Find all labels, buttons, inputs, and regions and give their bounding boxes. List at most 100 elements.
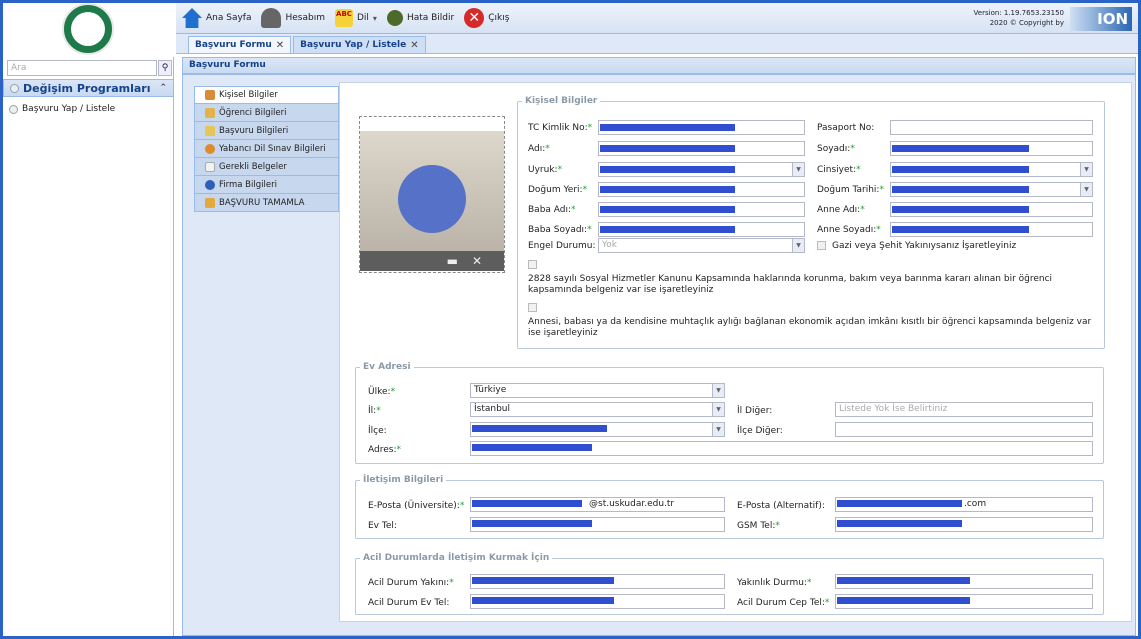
form-nav: Kişisel Bilgiler Öğrenci Bilgileri Başvu… [194, 86, 339, 212]
social-services-text: 2828 sayılı Sosyal Hizmetler Kanunu Kaps… [528, 274, 1053, 295]
close-icon[interactable]: ✕ [276, 40, 284, 51]
disability-label: Engel Durumu: [528, 241, 596, 251]
sidebar-section-exchange[interactable]: Değişim Programları ⌃ [3, 79, 174, 97]
passport-field[interactable] [890, 120, 1093, 135]
bug-icon [386, 10, 403, 26]
close-icon[interactable]: ✕ [410, 40, 418, 51]
language-exam-icon [205, 143, 215, 154]
chevron-down-icon[interactable]: ▼ [712, 384, 724, 397]
other-city-field[interactable]: Listede Yok İse Belirtiniz [835, 402, 1093, 417]
user-icon [261, 8, 282, 28]
nav-language-exam[interactable]: Yabancı Dil Sınav Bilgileri [194, 140, 339, 158]
low-income-text: Annesi, babası ya da kendisine muhtaçlık… [528, 317, 1092, 338]
panel-title: Başvuru Formu [182, 57, 1136, 74]
address-label: Adres:* [368, 445, 401, 455]
name-label: Adı:* [528, 144, 550, 154]
tab-apply-list[interactable]: Başvuru Yap / Listele ✕ [293, 36, 426, 53]
redaction [837, 597, 970, 604]
search-input[interactable]: Ara [7, 60, 157, 76]
redaction [600, 124, 735, 131]
search-icon[interactable]: ⚲ [158, 60, 172, 76]
nav-application-info[interactable]: Başvuru Bilgileri [194, 122, 339, 140]
home-button[interactable]: Ana Sayfa [182, 8, 251, 28]
disability-select[interactable]: Yok ▼ [598, 238, 805, 253]
emergency-home-tel-label: Acil Durum Ev Tel: [368, 598, 450, 608]
nav-company-info[interactable]: Firma Bilgileri [194, 176, 339, 194]
nav-personal-info[interactable]: Kişisel Bilgiler [194, 86, 339, 104]
logout-button[interactable]: ✕ Çıkış [464, 8, 509, 28]
toolbar: Ana Sayfa Hesabım ABC Dil ▾ Hata Bildir ✕ Ç… [176, 3, 1138, 34]
country-label: Ülke:* [368, 387, 396, 397]
language-icon: ABC [334, 9, 353, 27]
country-select[interactable]: Türkiye ▼ [470, 383, 725, 398]
nav-complete-application[interactable]: BAŞVURU TAMAMLA [194, 194, 339, 212]
email-alt-label: E-Posta (Alternatif): [737, 501, 825, 511]
emergency-mobile-label: Acil Durum Cep Tel:* [737, 598, 830, 608]
redaction [600, 166, 735, 173]
chevron-down-icon[interactable]: ▼ [712, 403, 724, 416]
social-services-checkbox[interactable] [528, 260, 537, 269]
birthdate-label: Doğum Tarihi:* [817, 185, 884, 195]
folder-icon[interactable]: ▬ [447, 254, 458, 268]
passport-label: Pasaport No: [817, 123, 875, 133]
city-select[interactable]: İstanbul ▼ [470, 402, 725, 417]
university-logo [62, 3, 114, 55]
redaction [600, 226, 735, 233]
redaction [472, 577, 614, 584]
chevron-down-icon[interactable]: ▼ [712, 423, 724, 436]
sidebar-item-apply-list[interactable]: Başvuru Yap / Listele [9, 104, 115, 114]
chevron-up-icon: ⌃ [159, 83, 167, 93]
other-district-field[interactable] [835, 422, 1093, 437]
close-icon[interactable]: ✕ [472, 254, 482, 268]
personal-icon [205, 90, 215, 100]
nav-student-info[interactable]: Öğrenci Bilgileri [194, 104, 339, 122]
tab-application-form[interactable]: Başvuru Formu ✕ [188, 36, 292, 53]
circle-icon [9, 104, 18, 114]
martyr-checkbox[interactable] [817, 241, 826, 250]
redaction [472, 425, 607, 432]
redaction [472, 500, 582, 507]
emergency-relative-label: Acil Durum Yakını:* [368, 578, 454, 588]
redaction [892, 226, 1029, 233]
nav-required-docs[interactable]: Gerekli Belgeler [194, 158, 339, 176]
report-bug-button[interactable]: Hata Bildir [386, 10, 454, 26]
redaction [892, 186, 1029, 193]
close-circle-icon: ✕ [464, 8, 485, 28]
birthplace-label: Doğum Yeri:* [528, 185, 588, 195]
martyr-label: Gazi veya Şehit Yakınıysanız İşaretleyin… [832, 241, 1017, 251]
mother-name-label: Anne Adı:* [817, 205, 865, 215]
chevron-down-icon[interactable]: ▼ [792, 239, 804, 252]
nationality-label: Uyruk:* [528, 165, 563, 175]
district-label: İlçe: [368, 426, 387, 436]
gsm-label: GSM Tel:* [737, 521, 780, 531]
redaction [892, 206, 1029, 213]
company-icon [205, 179, 215, 190]
redacted-face [398, 165, 466, 233]
circle-icon [10, 83, 19, 93]
redaction [892, 166, 1029, 173]
redaction [600, 145, 735, 152]
tab-bar: Başvuru Formu ✕ Başvuru Yap / Listele ✕ [176, 34, 1138, 54]
document-icon [205, 125, 215, 136]
redaction [837, 577, 970, 584]
sidebar: Ara ⚲ Değişim Programları ⌃ Başvuru Yap /… [3, 57, 174, 636]
language-button[interactable]: ABC Dil ▾ [334, 9, 377, 27]
redaction [600, 206, 735, 213]
gender-label: Cinsiyet:* [817, 165, 861, 175]
version-info: Version: 1.19.7653.23150 2020 © Copyright… [973, 9, 1064, 27]
chevron-down-icon[interactable]: ▼ [792, 163, 804, 176]
calendar-icon[interactable]: ▼ [1080, 183, 1092, 196]
student-icon [205, 107, 215, 118]
brand-logo: ION [1070, 7, 1132, 31]
redaction [892, 145, 1029, 152]
account-button[interactable]: Hesabım [261, 8, 325, 28]
tc-label: TC Kimlik No:* [528, 123, 593, 133]
chevron-down-icon: ▾ [372, 13, 377, 23]
relation-label: Yakınlık Durmu:* [737, 578, 812, 588]
redaction [472, 444, 592, 451]
low-income-checkbox[interactable] [528, 303, 537, 312]
photo-upload: ▬ ✕ [359, 116, 505, 273]
chevron-down-icon[interactable]: ▼ [1080, 163, 1092, 176]
new-document-icon [205, 161, 215, 172]
photo-toolbar: ▬ ✕ [360, 251, 504, 271]
